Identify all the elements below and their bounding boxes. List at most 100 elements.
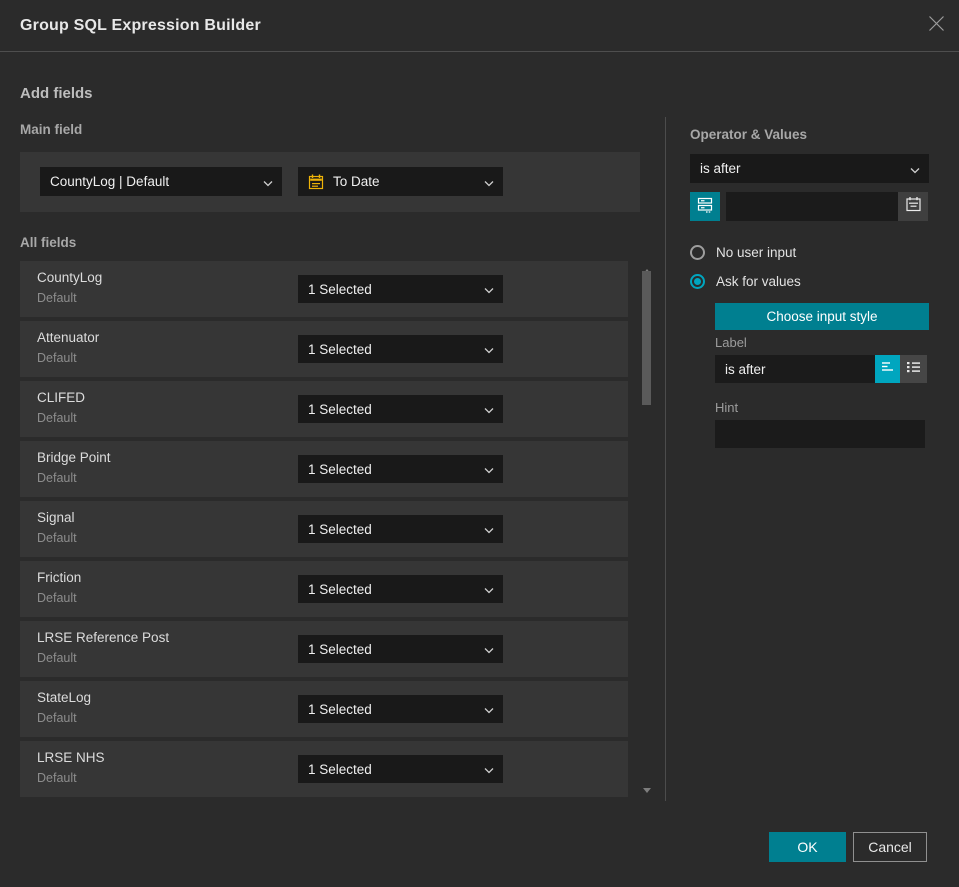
chevron-down-icon <box>484 642 494 657</box>
input-style-list-button[interactable] <box>900 355 927 383</box>
dialog-header: Group SQL Expression Builder <box>0 0 959 52</box>
unique-values-button[interactable] <box>690 192 720 221</box>
date-field-dropdown[interactable]: To Date <box>298 167 503 196</box>
scrollbar-thumb[interactable] <box>642 271 651 405</box>
input-style-text-button[interactable] <box>875 355 900 383</box>
all-fields-list: CountyLog Default 1 Selected Attenuator … <box>20 261 628 801</box>
main-field-label: Main field <box>20 122 83 137</box>
radio-no-user-input[interactable]: No user input <box>690 245 796 260</box>
field-selected-dropdown[interactable]: 1 Selected <box>298 515 503 543</box>
field-name: Signal <box>37 510 75 525</box>
list-icon <box>906 360 921 378</box>
field-subtitle: Default <box>37 471 77 485</box>
label-field-label: Label <box>715 335 747 350</box>
calendar-icon <box>308 174 324 190</box>
field-name: Attenuator <box>37 330 100 345</box>
selected-count-label: 1 Selected <box>308 581 372 597</box>
chevron-down-icon <box>484 174 494 189</box>
selected-count-label: 1 Selected <box>308 341 372 357</box>
field-selected-dropdown[interactable]: 1 Selected <box>298 395 503 423</box>
fields-scrollbar[interactable] <box>640 257 654 800</box>
hint-field-label: Hint <box>715 400 739 415</box>
field-subtitle: Default <box>37 411 77 425</box>
vertical-divider <box>665 117 666 801</box>
radio-label: No user input <box>716 245 797 260</box>
selected-count-label: 1 Selected <box>308 281 372 297</box>
hint-input[interactable] <box>715 420 925 448</box>
calendar-icon <box>905 196 922 218</box>
choose-input-style-button[interactable]: Choose input style <box>715 303 929 330</box>
field-row: Friction Default 1 Selected <box>20 561 628 617</box>
cancel-button[interactable]: Cancel <box>853 832 927 862</box>
field-selected-dropdown[interactable]: 1 Selected <box>298 455 503 483</box>
radio-ask-for-values[interactable]: Ask for values <box>690 274 801 289</box>
radio-icon <box>690 274 705 289</box>
chevron-down-icon <box>484 282 494 297</box>
field-name: Bridge Point <box>37 450 111 465</box>
field-selected-dropdown[interactable]: 1 Selected <box>298 755 503 783</box>
field-subtitle: Default <box>37 351 77 365</box>
field-name: CountyLog <box>37 270 103 285</box>
close-button[interactable] <box>927 15 945 37</box>
selected-count-label: 1 Selected <box>308 701 372 717</box>
field-row: LRSE NHS Default 1 Selected <box>20 741 628 797</box>
chevron-down-icon <box>484 462 494 477</box>
field-selected-dropdown[interactable]: 1 Selected <box>298 635 503 663</box>
close-icon <box>928 15 945 37</box>
field-subtitle: Default <box>37 771 77 785</box>
selected-count-label: 1 Selected <box>308 401 372 417</box>
field-name: Friction <box>37 570 82 585</box>
selected-count-label: 1 Selected <box>308 461 372 477</box>
field-name: CLIFED <box>37 390 86 405</box>
selected-count-label: 1 Selected <box>308 761 372 777</box>
ok-button[interactable]: OK <box>769 832 846 862</box>
scroll-down-icon[interactable] <box>643 780 651 798</box>
field-selected-dropdown[interactable]: 1 Selected <box>298 695 503 723</box>
field-subtitle: Default <box>37 591 77 605</box>
main-field-dropdown-value: CountyLog | Default <box>50 174 170 189</box>
field-selected-dropdown[interactable]: 1 Selected <box>298 275 503 303</box>
label-input[interactable] <box>715 355 875 383</box>
field-name: StateLog <box>37 690 92 705</box>
field-row: CLIFED Default 1 Selected <box>20 381 628 437</box>
main-field-panel: CountyLog | Default To Date <box>20 152 640 212</box>
add-fields-heading: Add fields <box>20 85 93 102</box>
dialog-title: Group SQL Expression Builder <box>20 17 261 34</box>
chevron-down-icon <box>484 342 494 357</box>
field-subtitle: Default <box>37 291 77 305</box>
chevron-down-icon <box>484 582 494 597</box>
field-row: LRSE Reference Post Default 1 Selected <box>20 621 628 677</box>
field-subtitle: Default <box>37 651 77 665</box>
selected-count-label: 1 Selected <box>308 521 372 537</box>
operator-values-heading: Operator & Values <box>690 127 808 142</box>
group-sql-expression-builder-dialog: Group SQL Expression Builder Add fields … <box>0 0 959 887</box>
chevron-down-icon <box>910 161 920 176</box>
chevron-down-icon <box>484 762 494 777</box>
radio-icon <box>690 245 705 260</box>
field-row: StateLog Default 1 Selected <box>20 681 628 737</box>
selected-count-label: 1 Selected <box>308 641 372 657</box>
operator-dropdown[interactable]: is after <box>690 154 929 183</box>
chevron-down-icon <box>263 174 273 189</box>
all-fields-label: All fields <box>20 235 77 250</box>
unique-values-icon <box>696 195 714 218</box>
radio-label: Ask for values <box>716 274 801 289</box>
field-subtitle: Default <box>37 711 77 725</box>
chevron-down-icon <box>484 702 494 717</box>
field-selected-dropdown[interactable]: 1 Selected <box>298 575 503 603</box>
field-selected-dropdown[interactable]: 1 Selected <box>298 335 503 363</box>
chevron-down-icon <box>484 522 494 537</box>
field-row: Attenuator Default 1 Selected <box>20 321 628 377</box>
field-row: CountyLog Default 1 Selected <box>20 261 628 317</box>
field-row: Bridge Point Default 1 Selected <box>20 441 628 497</box>
date-field-dropdown-value: To Date <box>333 174 380 189</box>
field-name: LRSE Reference Post <box>37 630 170 645</box>
field-name: LRSE NHS <box>37 750 105 765</box>
operator-dropdown-value: is after <box>700 161 741 176</box>
date-picker-button[interactable] <box>898 192 928 221</box>
field-subtitle: Default <box>37 531 77 545</box>
main-field-dropdown[interactable]: CountyLog | Default <box>40 167 282 196</box>
field-row: Signal Default 1 Selected <box>20 501 628 557</box>
value-input[interactable] <box>726 192 898 221</box>
align-left-icon <box>881 360 895 378</box>
